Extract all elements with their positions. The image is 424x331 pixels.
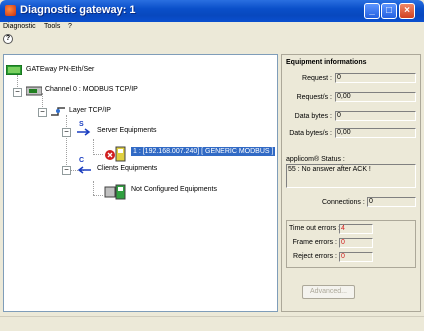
frame-errors-value: 0 <box>339 238 373 248</box>
tree-node-gateway[interactable]: GATEway PN-Eth/Ser <box>26 66 94 73</box>
data-bytes-s-label: Data bytes/s : <box>289 130 332 137</box>
request-label: Request : <box>302 75 332 82</box>
toolbar: ? <box>0 33 424 46</box>
help-icon[interactable]: ? <box>3 34 13 44</box>
tree-node-server-equipments[interactable]: Server Equipments <box>97 127 157 134</box>
request-value: 0 <box>335 73 416 83</box>
equipment-tree: GATEway PN-Eth/Ser − Channel 0 : MODBUS … <box>3 54 278 312</box>
arrow-right-icon <box>77 128 91 136</box>
collapse-server-toggle[interactable]: − <box>62 128 71 137</box>
equipment-error-icon <box>105 146 126 162</box>
connections-label: Connections : <box>322 199 365 206</box>
server-letter-icon: S <box>79 121 84 128</box>
arrow-left-icon <box>77 166 91 174</box>
tree-node-server-item[interactable]: 1 : [192.168.007.240] [ GENERIC MODBUS ] <box>131 147 276 156</box>
tree-node-layer[interactable]: Layer TCP/IP <box>69 107 111 114</box>
request-s-label: Request/s : <box>296 94 332 101</box>
equipment-info-title: Equipment informations <box>286 59 367 66</box>
status-value: 55 : No answer after ACK ! <box>286 164 416 188</box>
timeout-errors-label: Time out errors : <box>289 225 341 232</box>
data-bytes-s-value: 0,00 <box>335 128 416 138</box>
connections-value: 0 <box>367 197 416 207</box>
errors-group: Time out errors : 4 Frame errors : 0 Rej… <box>286 220 416 268</box>
status-label: applicom® Status : <box>286 156 345 163</box>
tree-node-not-configured[interactable]: Not Configured Equipments <box>131 186 217 193</box>
collapse-clients-toggle[interactable]: − <box>62 166 71 175</box>
window-title: Diagnostic gateway: 1 <box>20 4 136 16</box>
equipment-icon <box>104 184 126 200</box>
client-letter-icon: C <box>79 157 85 164</box>
network-layer-icon <box>51 107 65 116</box>
reject-errors-label: Reject errors : <box>293 253 337 260</box>
menu-diagnostic[interactable]: Diagnostic <box>3 23 36 30</box>
maximize-button[interactable]: □ <box>381 3 397 19</box>
reject-errors-value: 0 <box>339 252 373 262</box>
menu-help[interactable]: ? <box>68 23 72 30</box>
equipment-info-panel: Equipment informations Request : 0 Reque… <box>281 54 421 312</box>
data-bytes-value: 0 <box>335 111 416 121</box>
menu-bar: Diagnostic Tools ? <box>0 22 424 33</box>
request-s-value: 0,00 <box>335 92 416 102</box>
network-card-icon <box>26 86 42 96</box>
app-icon <box>5 5 16 16</box>
frame-errors-label: Frame errors : <box>292 239 337 246</box>
tree-node-channel[interactable]: Channel 0 : MODBUS TCP/IP <box>45 86 138 93</box>
status-bar <box>0 316 424 331</box>
advanced-button[interactable]: Advanced... <box>302 285 355 299</box>
close-button[interactable]: × <box>399 3 415 19</box>
tree-node-clients-equipments[interactable]: Clients Equipments <box>97 165 157 172</box>
gateway-icon <box>6 65 22 75</box>
collapse-channel-toggle[interactable]: − <box>13 88 22 97</box>
timeout-errors-value: 4 <box>339 224 373 234</box>
minimize-button[interactable]: _ <box>364 3 380 19</box>
menu-tools[interactable]: Tools <box>44 23 60 30</box>
title-bar: Diagnostic gateway: 1 _ □ × <box>0 0 424 22</box>
data-bytes-label: Data bytes : <box>294 113 332 120</box>
collapse-layer-toggle[interactable]: − <box>38 108 47 117</box>
